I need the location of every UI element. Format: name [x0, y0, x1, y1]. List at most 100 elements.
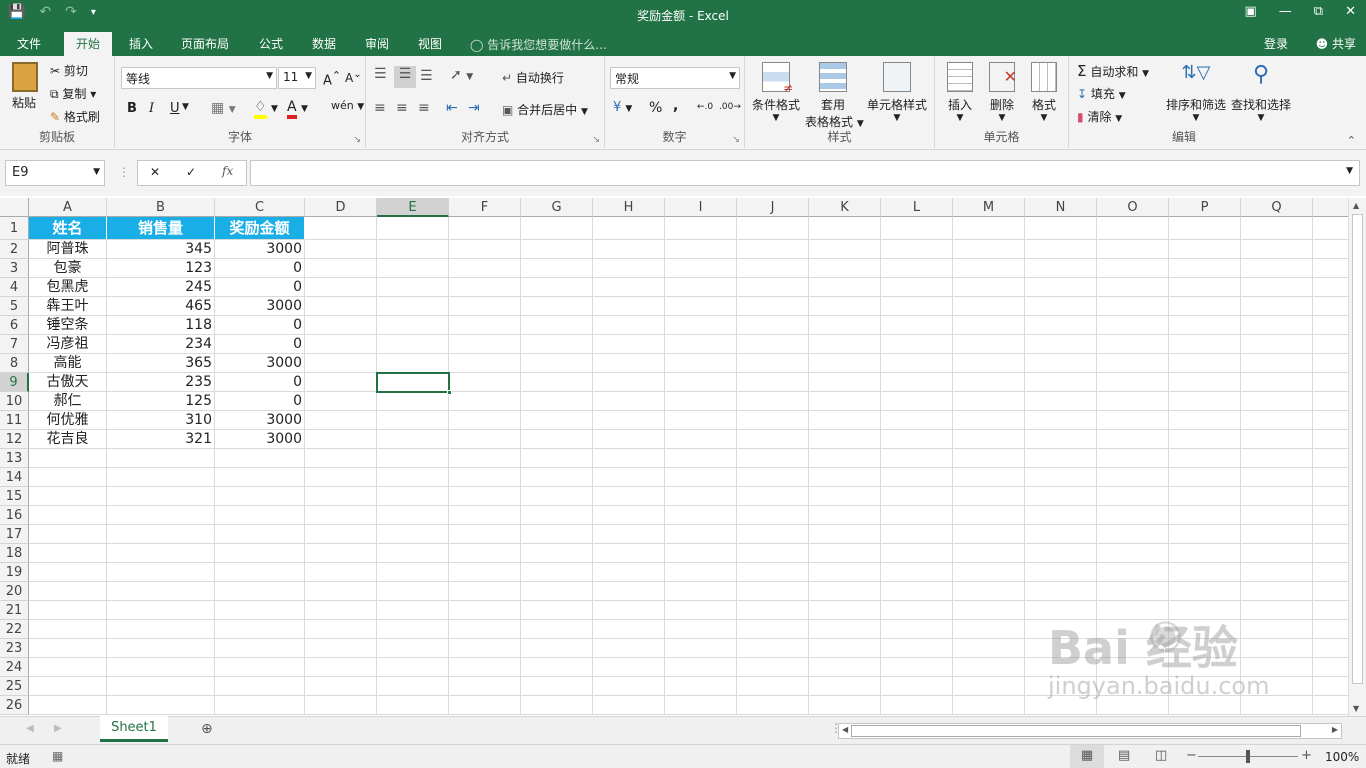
grid-cell[interactable] [737, 677, 809, 696]
grid-cell[interactable] [953, 677, 1025, 696]
format-cells-button[interactable]: 格式 ▼ [1029, 62, 1059, 123]
column-header[interactable]: I [665, 198, 737, 217]
grid-cell[interactable] [1097, 468, 1169, 487]
minimize-icon[interactable]: — [1279, 4, 1292, 19]
shrink-font-icon[interactable]: A⌄ [345, 69, 362, 85]
grid-cell[interactable] [449, 217, 521, 240]
grid-cell[interactable] [953, 297, 1025, 316]
grid-cell[interactable] [593, 316, 665, 335]
formula-input[interactable]: ▼ [250, 160, 1360, 186]
name-box[interactable]: E9 ▼ [5, 160, 105, 186]
grid-cell[interactable] [665, 335, 737, 354]
grid-cell[interactable] [449, 259, 521, 278]
grid-cell[interactable] [521, 468, 593, 487]
column-header[interactable]: B [107, 198, 215, 217]
grid-cell[interactable] [449, 297, 521, 316]
grid-cell[interactable] [809, 316, 881, 335]
grid-cell[interactable] [1169, 354, 1241, 373]
grid-cell[interactable] [1025, 373, 1097, 392]
grid-cell[interactable] [881, 677, 953, 696]
table-cell[interactable]: 465 [107, 297, 215, 316]
grid-cell[interactable] [665, 696, 737, 715]
grid-cell[interactable] [737, 297, 809, 316]
decrease-decimal-icon[interactable]: .00→ [719, 102, 741, 112]
grid-cell[interactable] [107, 658, 215, 677]
table-cell[interactable]: 245 [107, 278, 215, 297]
delete-cells-button[interactable]: ✕ 删除 ▼ [987, 62, 1017, 123]
zoom-level[interactable]: 100% [1325, 750, 1359, 764]
login-link[interactable]: 登录 [1264, 35, 1288, 52]
column-header[interactable]: E [377, 198, 449, 217]
grid-cell[interactable] [593, 506, 665, 525]
grid-cell[interactable] [521, 411, 593, 430]
grid-cell[interactable] [377, 563, 449, 582]
grid-cell[interactable] [1313, 240, 1348, 259]
grid-cell[interactable] [1169, 544, 1241, 563]
column-header[interactable]: A [29, 198, 107, 217]
grid-cell[interactable] [449, 449, 521, 468]
grid-cell[interactable] [809, 392, 881, 411]
grid-cell[interactable] [1313, 487, 1348, 506]
grid-cell[interactable] [521, 449, 593, 468]
grid-cell[interactable] [665, 601, 737, 620]
grid-cell[interactable] [809, 487, 881, 506]
grid-cell[interactable] [521, 582, 593, 601]
grid-cell[interactable] [305, 217, 377, 240]
grid-cell[interactable] [1169, 487, 1241, 506]
grid-cell[interactable] [737, 411, 809, 430]
grid-cell[interactable] [881, 278, 953, 297]
font-name-select[interactable]: 等线 ▼ [121, 67, 277, 89]
grid-cell[interactable] [29, 696, 107, 715]
grid-cell[interactable] [593, 620, 665, 639]
grid-cell[interactable] [809, 563, 881, 582]
grid-cell[interactable] [215, 506, 305, 525]
font-size-select[interactable]: 11 ▼ [278, 67, 316, 89]
grid-cell[interactable] [1313, 525, 1348, 544]
grid-cell[interactable] [953, 354, 1025, 373]
column-header[interactable]: F [449, 198, 521, 217]
row-header[interactable]: 11 [0, 411, 29, 430]
grid-cell[interactable] [1025, 544, 1097, 563]
grid-cell[interactable] [881, 335, 953, 354]
table-cell[interactable]: 3000 [215, 297, 305, 316]
selected-cell-outline[interactable] [376, 372, 452, 395]
grid-cell[interactable] [953, 217, 1025, 240]
grid-cell[interactable] [1025, 259, 1097, 278]
grid-cell[interactable] [1025, 506, 1097, 525]
grid-cell[interactable] [449, 430, 521, 449]
grid-cell[interactable] [665, 278, 737, 297]
grid-cell[interactable] [1097, 240, 1169, 259]
grid-cell[interactable] [953, 259, 1025, 278]
grid-cell[interactable] [665, 259, 737, 278]
underline-button[interactable]: U [170, 101, 180, 116]
grid-cell[interactable] [107, 639, 215, 658]
grid-cell[interactable] [1097, 354, 1169, 373]
table-header-cell[interactable]: 奖励金额 [215, 217, 305, 240]
grid-cell[interactable] [953, 411, 1025, 430]
row-header[interactable]: 26 [0, 696, 29, 715]
grid-cell[interactable] [215, 563, 305, 582]
table-cell[interactable]: 犇王叶 [29, 297, 107, 316]
column-header[interactable]: D [305, 198, 377, 217]
grid-cell[interactable] [29, 620, 107, 639]
grid-cell[interactable] [305, 430, 377, 449]
borders-icon[interactable]: ▦ ▼ [211, 100, 236, 116]
row-header[interactable]: 25 [0, 677, 29, 696]
grid-cell[interactable] [1097, 217, 1169, 240]
grid-cell[interactable] [305, 259, 377, 278]
grid-cell[interactable] [593, 696, 665, 715]
grid-cell[interactable] [449, 411, 521, 430]
grid-cell[interactable] [1169, 217, 1241, 240]
grid-cell[interactable] [1241, 544, 1313, 563]
zoom-slider-thumb[interactable] [1246, 750, 1250, 763]
grid-cell[interactable] [1313, 297, 1348, 316]
grid-cell[interactable] [1313, 316, 1348, 335]
grid-cell[interactable] [29, 563, 107, 582]
grid-cell[interactable] [521, 259, 593, 278]
grid-cell[interactable] [107, 544, 215, 563]
row-header[interactable]: 10 [0, 392, 29, 411]
grid-cell[interactable] [1241, 278, 1313, 297]
grid-cell[interactable] [593, 278, 665, 297]
grid-cell[interactable] [1097, 430, 1169, 449]
grid-cell[interactable] [377, 468, 449, 487]
